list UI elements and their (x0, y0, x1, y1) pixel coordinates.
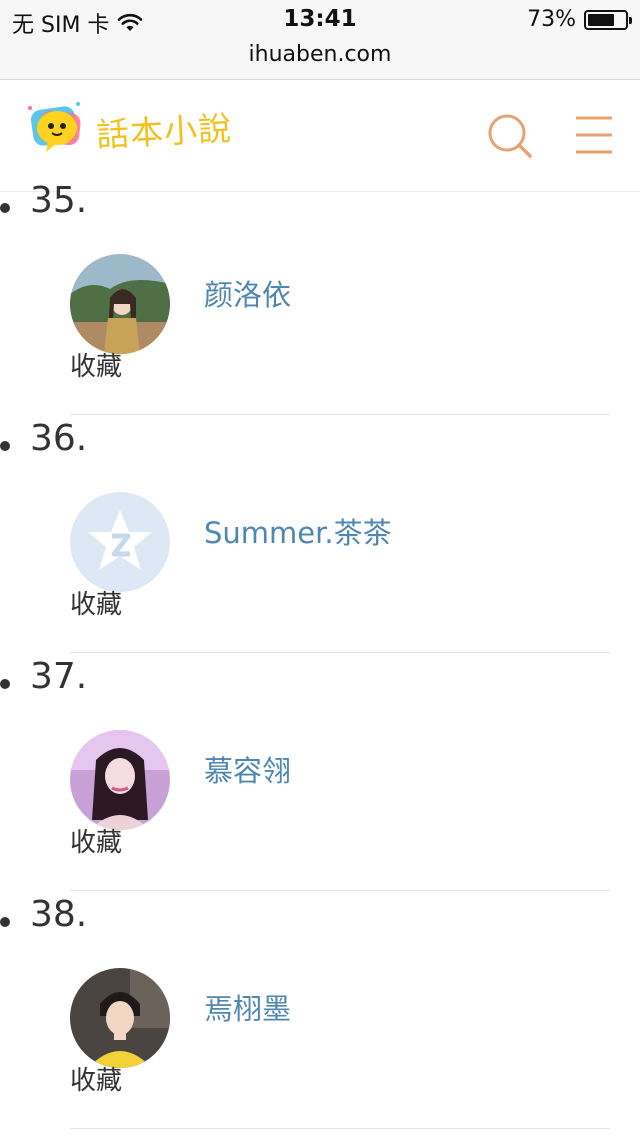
status-bar: 无 SIM 卡 13:41 73% (0, 0, 640, 40)
list-item: 36. Summer.茶茶 收藏 (0, 418, 640, 656)
site-header: 話本小說 (0, 80, 640, 192)
battery-percent: 73% (527, 7, 576, 32)
battery-info: 73% (527, 7, 632, 32)
user-name-link[interactable]: 慕容翎 (204, 748, 291, 790)
favorite-button[interactable]: 收藏 (70, 346, 122, 383)
bullet (0, 679, 10, 689)
divider (70, 1128, 610, 1129)
list-item: 35. 颜洛依 收藏 (0, 180, 640, 418)
avatar[interactable] (70, 730, 170, 830)
browser-chrome: 无 SIM 卡 13:41 73% ihuaben.com (0, 0, 640, 80)
logo-bubble-icon (28, 102, 81, 152)
divider (70, 652, 610, 653)
rank-number: 35. (30, 180, 88, 221)
user-name-link[interactable]: Summer.茶茶 (204, 510, 392, 552)
avatar[interactable] (70, 254, 170, 354)
search-icon[interactable] (484, 110, 534, 160)
rank-number: 38. (30, 894, 88, 935)
favorite-button[interactable]: 收藏 (70, 822, 122, 859)
menu-icon[interactable] (568, 110, 618, 160)
bullet (0, 203, 10, 213)
list-item: 38. 焉栩墨 收藏 (0, 894, 640, 1132)
rank-number: 37. (30, 656, 88, 697)
avatar[interactable] (70, 492, 170, 592)
divider (70, 890, 610, 891)
address-bar[interactable]: ihuaben.com (0, 42, 640, 67)
avatar[interactable] (70, 968, 170, 1068)
list-item: 37. 慕容翎 收藏 (0, 656, 640, 894)
user-name-link[interactable]: 颜洛依 (204, 272, 291, 314)
battery-icon (584, 9, 632, 30)
divider (70, 414, 610, 415)
rank-number: 36. (30, 418, 88, 459)
favorite-button[interactable]: 收藏 (70, 584, 122, 621)
site-logo[interactable]: 話本小說 (26, 100, 234, 158)
favorite-button[interactable]: 收藏 (70, 1060, 122, 1097)
user-name-link[interactable]: 焉栩墨 (204, 986, 291, 1028)
bullet (0, 917, 10, 927)
logo-text: 話本小說 (95, 108, 234, 155)
bullet (0, 441, 10, 451)
battery-level (588, 13, 615, 26)
